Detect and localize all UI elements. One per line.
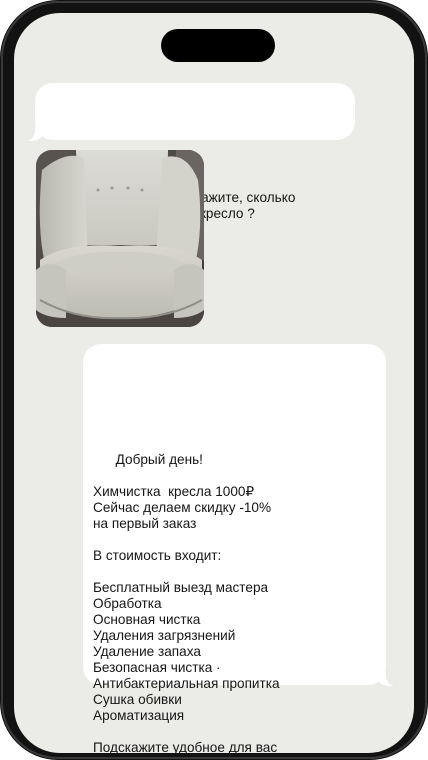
bubble-tail [93,388,400,686]
chat-screen: Здравствуйте, подскажите, сколько будет … [14,13,414,753]
outgoing-message-bubble[interactable]: Добрый день! Химчистка кресла 1000₽ Сейч… [83,344,400,753]
dynamic-island [161,29,275,62]
armchair-photo[interactable] [36,150,204,327]
armchair-image [36,150,204,327]
phone-mockup: Здравствуйте, подскажите, сколько будет … [0,0,428,760]
incoming-message-bubble[interactable]: Здравствуйте, подскажите, сколько будет … [21,83,355,221]
